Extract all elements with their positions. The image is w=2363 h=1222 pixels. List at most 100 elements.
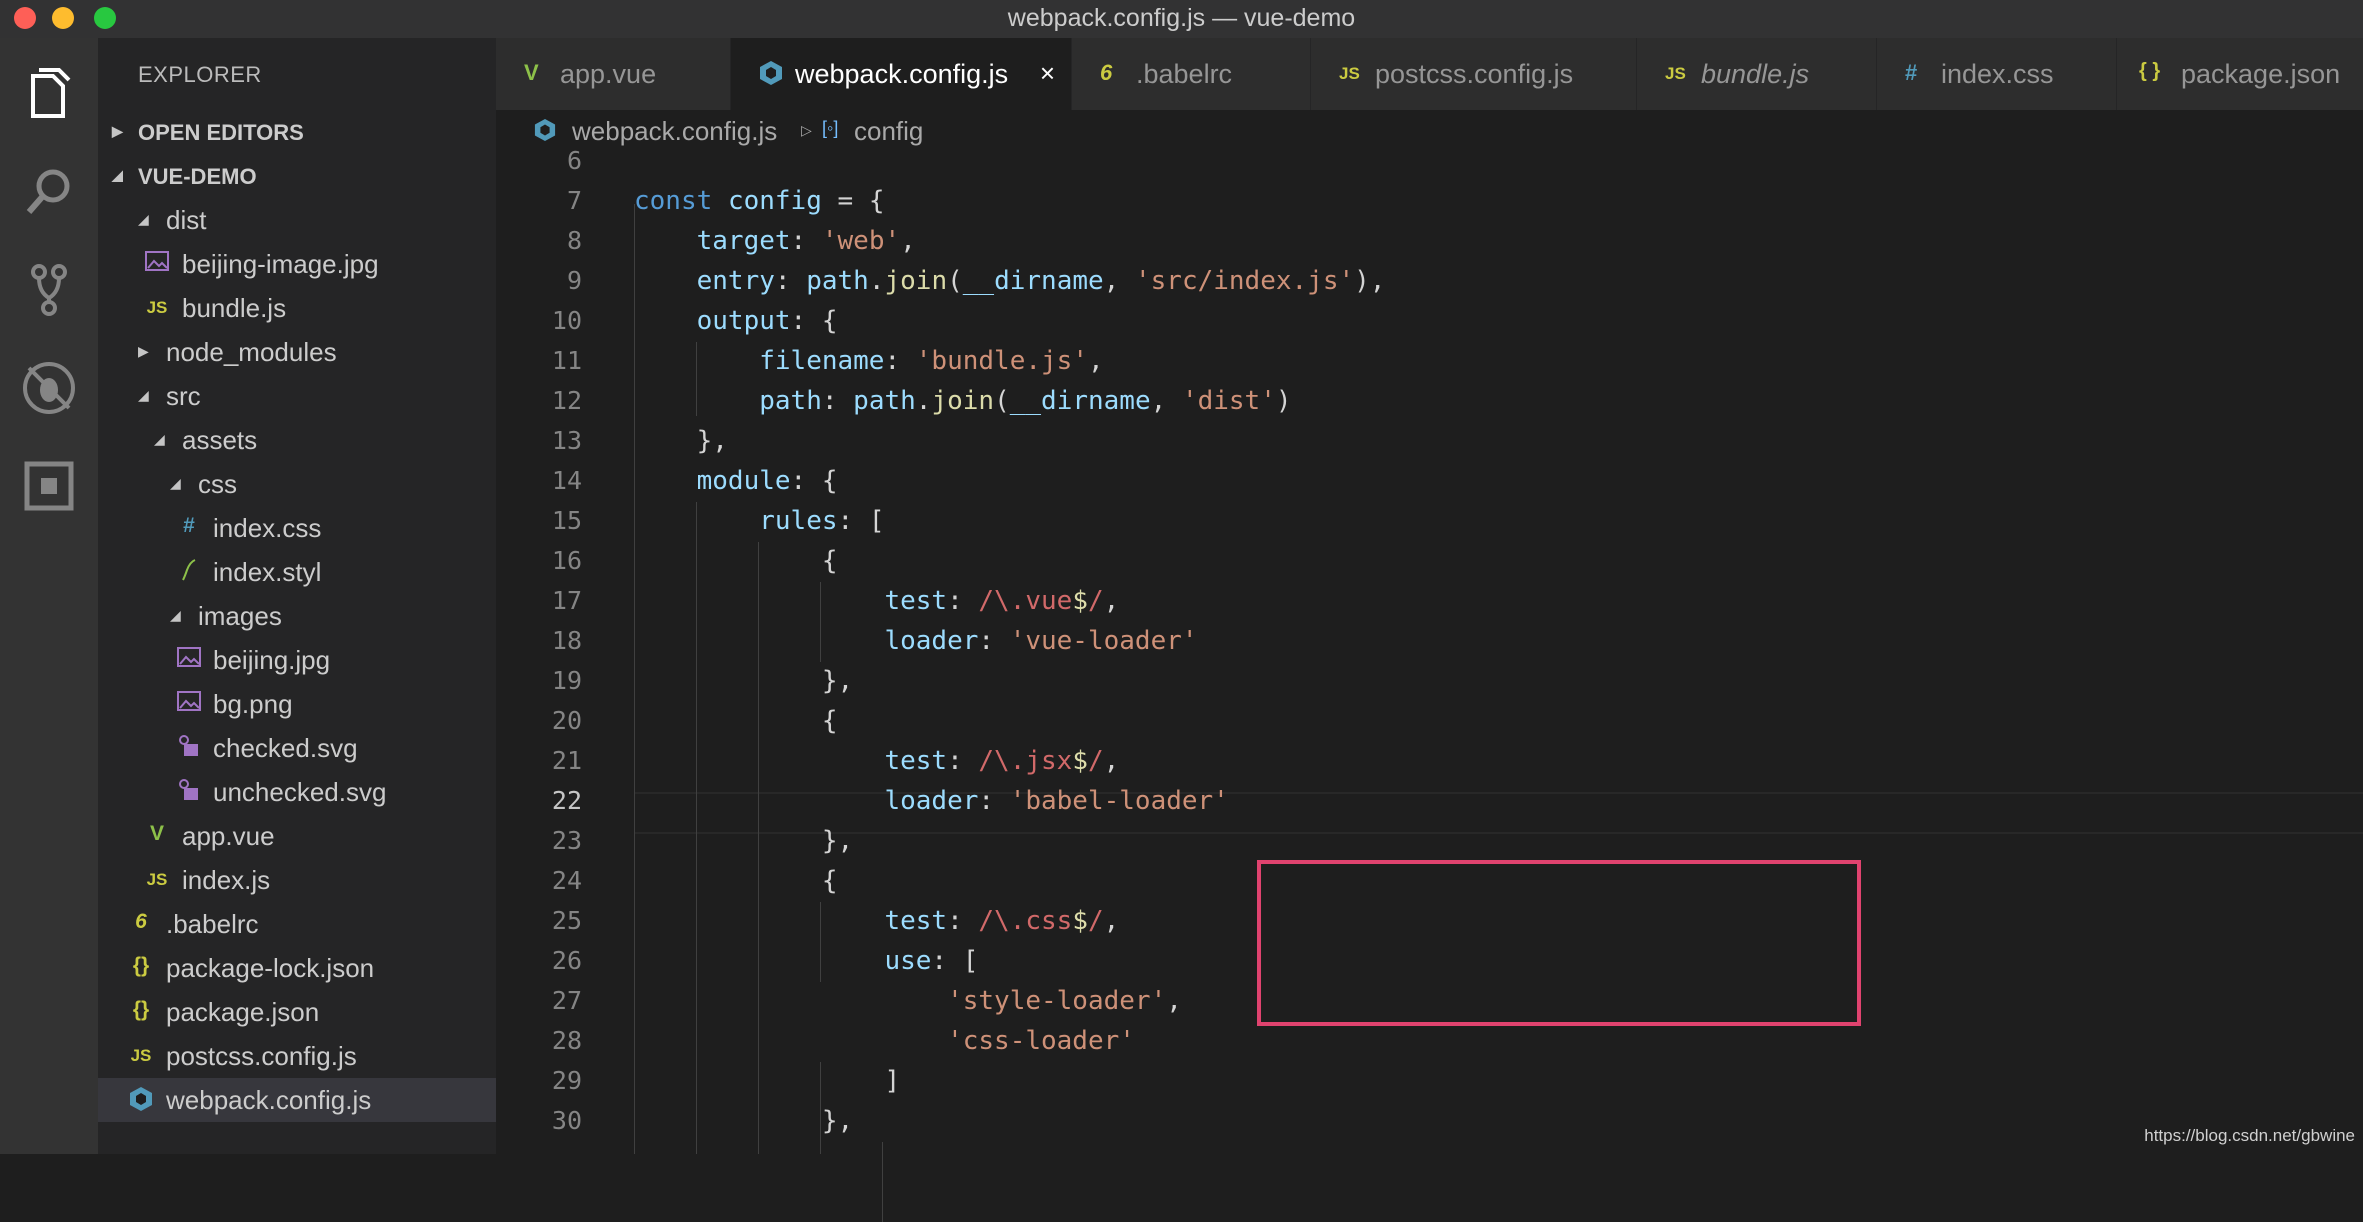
project-section[interactable]: ◢ VUE-DEMO [98, 156, 496, 198]
code-token: , [1087, 346, 1104, 376]
tree-file-babelrc[interactable]: 6 .babelrc [98, 902, 496, 946]
tab-webpack-config[interactable]: webpack.config.js × [731, 38, 1072, 110]
babel-file-icon: 6 [135, 910, 147, 933]
babel-file-icon: 6 [1100, 60, 1113, 85]
debug-icon[interactable] [19, 358, 79, 418]
chevron-right-icon: ▷ [801, 122, 812, 138]
code-token: : [ [931, 946, 979, 976]
close-tab-icon[interactable]: × [1040, 58, 1055, 89]
code-token: , [1103, 906, 1120, 936]
code-line: module: { [480, 466, 838, 496]
code-token: /\. [978, 586, 1026, 616]
tree-file-checked-svg[interactable]: checked.svg [98, 726, 496, 770]
tree-file-index-css[interactable]: # index.css [98, 506, 496, 550]
tree-file-webpack-config[interactable]: webpack.config.js [98, 1078, 496, 1122]
search-icon[interactable] [19, 162, 79, 222]
code-token: entry [696, 266, 775, 296]
svg-file-icon [176, 734, 202, 764]
watermark: https://blog.csdn.net/gbwine [2144, 1126, 2355, 1145]
tree-file-app-vue[interactable]: V app.vue [98, 814, 496, 858]
tab-bundle-js[interactable]: JS bundle.js [1637, 38, 1877, 110]
code-token: : [947, 746, 979, 776]
tree-file-package-lock-json[interactable]: {} package-lock.json [98, 946, 496, 990]
code-line: test: /\.css$/, [480, 906, 1119, 936]
tree-folder-css[interactable]: ◢ css [98, 462, 496, 506]
tree-file-bundle-js[interactable]: JS bundle.js [98, 286, 496, 330]
image-file-icon [176, 646, 202, 674]
js-file-icon: JS [1339, 64, 1360, 83]
code-token: / [1087, 746, 1104, 776]
code-token: , [1103, 746, 1120, 776]
code-token: : { [790, 306, 838, 336]
code-token: /\. [978, 906, 1026, 936]
tree-file-bg-png[interactable]: bg.png [98, 682, 496, 726]
code-token: 'src/index.js' [1134, 266, 1355, 296]
files-icon[interactable] [19, 64, 79, 124]
code-token: filename [759, 346, 885, 376]
code-line: { [480, 546, 838, 576]
source-control-icon[interactable] [19, 260, 79, 320]
breadcrumb-symbol[interactable]: config [854, 116, 923, 147]
tree-folder-images[interactable]: ◢ images [98, 594, 496, 638]
code-line: }, [480, 666, 853, 696]
tree-file-beijing-jpg[interactable]: beijing.jpg [98, 638, 496, 682]
code-editor[interactable]: 6 7 8 9 10 11 12 13 14 15 16 17 18 19 20 21 22 23 24 25 26 27… [496, 146, 2363, 1222]
webpack-file-icon [534, 118, 556, 149]
code-token: test [884, 586, 948, 616]
code-token: 'vue-loader' [1009, 626, 1198, 656]
code-token: loader [884, 786, 979, 816]
svg-file-icon [176, 778, 202, 808]
code-token: test [884, 906, 948, 936]
code-token: : [ [837, 506, 885, 536]
code-line: { [480, 866, 838, 896]
tree-file-beijing-image[interactable]: beijing-image.jpg [98, 242, 496, 286]
annotation-highlight-box [1257, 860, 1861, 1026]
tree-folder-assets[interactable]: ◢ assets [98, 418, 496, 462]
js-file-icon: JS [146, 298, 168, 317]
code-token: , [1103, 586, 1120, 616]
extensions-icon[interactable] [19, 456, 79, 516]
tree-file-postcss-config[interactable]: JS postcss.config.js [98, 1034, 496, 1078]
tab-bar: V app.vue webpack.config.js × 6 .babelrc… [496, 38, 2363, 110]
code-token: 'style-loader' [947, 986, 1167, 1016]
code-line: target: 'web', [480, 226, 916, 256]
code-token: path [806, 266, 869, 296]
code-line: filename: 'bundle.js', [480, 346, 1104, 376]
tree-file-index-styl[interactable]: index.styl [98, 550, 496, 594]
tab-index-css[interactable]: # index.css [1877, 38, 2117, 110]
tree-folder-dist[interactable]: ◢ dist [98, 198, 496, 242]
webpack-file-icon [128, 1086, 154, 1118]
open-editors-section[interactable]: ▶ OPEN EDITORS [98, 112, 496, 154]
breadcrumb-file[interactable]: webpack.config.js [572, 116, 777, 147]
tree-file-index-js[interactable]: JS index.js [98, 858, 496, 902]
json-file-icon: { } [2139, 60, 2161, 82]
tree-file-unchecked-svg[interactable]: unchecked.svg [98, 770, 496, 814]
tab-babelrc[interactable]: 6 .babelrc [1072, 38, 1311, 110]
chevron-right-icon: ▶ [138, 343, 149, 359]
tree-folder-src[interactable]: ◢ src [98, 374, 496, 418]
code-token: __dirname [1009, 386, 1151, 416]
image-file-icon [144, 250, 170, 278]
css-file-icon: # [183, 514, 195, 537]
code-token: output [696, 306, 791, 336]
tab-app-vue[interactable]: V app.vue [496, 38, 731, 110]
code-token: test [884, 746, 948, 776]
tab-package-json[interactable]: { } package.json [2117, 38, 2363, 110]
chevron-down-icon: ◢ [170, 607, 181, 623]
tree-file-package-json[interactable]: {} package.json [98, 990, 496, 1034]
activity-bar [0, 38, 98, 1154]
chevron-right-icon: ▶ [112, 123, 123, 139]
tree-folder-node-modules[interactable]: ▶ node_modules [98, 330, 496, 374]
code-line: test: /\.vue$/, [480, 586, 1119, 616]
code-token: ), [1354, 266, 1386, 296]
tab-postcss-config[interactable]: JS postcss.config.js [1311, 38, 1637, 110]
code-token: { [634, 546, 838, 576]
vue-file-icon: V [524, 60, 539, 85]
